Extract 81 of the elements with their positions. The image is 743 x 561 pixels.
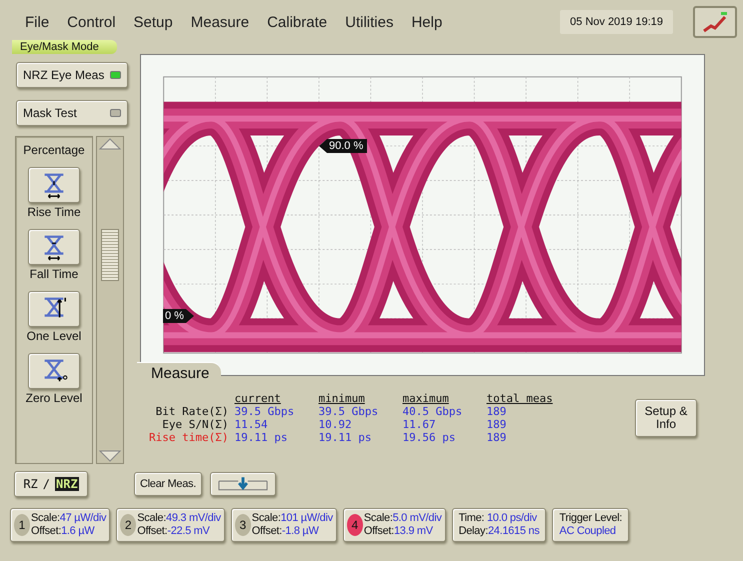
measurement-label: Zero Level [26, 390, 82, 405]
menu-item[interactable]: Setup [124, 14, 182, 30]
clear-meas-button[interactable]: Clear Meas. [134, 472, 202, 496]
time-value: 10.0 ps/div [486, 512, 537, 525]
timebase-button[interactable]: Time: 10.0 ps/div Delay:24.1615 ns [452, 508, 546, 542]
table-cell-text: 19.11 ps [234, 431, 288, 444]
scale-value: 47 µW/div [60, 512, 106, 525]
scale-value: 101 µW/div [280, 512, 333, 525]
scale-label: Scale: [31, 512, 60, 525]
channel-number: 1 [14, 514, 30, 536]
trigger-button[interactable]: Trigger Level: AC Coupled [552, 508, 630, 542]
offset-value: 1.6 µW [61, 525, 94, 538]
table-cell-text: 189 [486, 431, 508, 444]
channel-button[interactable]: 3 Scale:101 µW/div Offset:-1.8 µW [230, 508, 337, 542]
channel-button[interactable]: 4 Scale:5.0 mV/div Offset:13.9 mV [342, 508, 446, 542]
measurement-label: Fall Time [30, 266, 78, 281]
column-header: maximum [402, 392, 450, 405]
delay-value: 24.1615 ns [488, 525, 540, 538]
scroll-up-icon[interactable] [98, 136, 122, 151]
table-cell-text: 189 [486, 405, 508, 418]
menu-item[interactable]: Measure [182, 14, 258, 30]
download-button[interactable] [210, 472, 276, 496]
channel-number: 3 [234, 514, 251, 536]
scrollbar-thumb[interactable] [101, 228, 119, 281]
menu-item[interactable]: Calibrate [258, 14, 336, 30]
measurement-label: One Level [26, 328, 82, 343]
time-label: Time: [458, 512, 484, 525]
scroll-down-icon[interactable] [98, 449, 122, 463]
measurement-button[interactable] [28, 352, 80, 389]
row-label[interactable]: Eye S/N(Σ) [149, 418, 234, 431]
measurement-label: Rise Time [27, 204, 81, 219]
offset-value: -22.5 mV [167, 525, 210, 538]
measurement-button[interactable] [28, 290, 80, 327]
down-arrow-icon [217, 476, 269, 492]
measurement-label: Percentage [23, 142, 85, 157]
measurement-button[interactable] [28, 228, 80, 265]
table-cell-text: 189 [486, 418, 508, 431]
marker-label: 0 % [163, 309, 194, 323]
channel-button[interactable]: 1 Scale:47 µW/div Offset:1.6 µW [10, 508, 110, 542]
table-cell-text: 40.5 Gbps [402, 405, 464, 418]
setup-info-button[interactable]: Setup & Info [635, 399, 697, 437]
offset-label: Offset: [137, 525, 168, 538]
rz-nrz-toggle[interactable]: RZ / NRZ [14, 471, 88, 497]
scale-label: Scale: [137, 512, 166, 525]
scale-label: Scale: [252, 512, 281, 525]
offset-value: 13.9 mV [394, 525, 433, 538]
row-label[interactable]: Bit Rate(Σ) [149, 405, 234, 418]
trigger-value: AC Coupled [559, 525, 617, 538]
offset-label: Offset: [252, 525, 282, 538]
date-time: 05 Nov 2019 19:19 [560, 10, 673, 34]
table-cell-text: 19.56 ps [402, 431, 456, 444]
scale-label: Scale: [364, 512, 393, 525]
channel-number: 2 [120, 514, 136, 536]
offset-value: -1.8 µW [282, 525, 319, 538]
mode-button[interactable]: Mask Test [16, 100, 128, 126]
table-cell-text: 11.67 [402, 418, 437, 431]
scale-value: 49.3 mV/div [166, 512, 221, 525]
channel-number: 4 [346, 514, 363, 536]
marker-label: 90.0 % [319, 139, 368, 153]
table-cell-text: 39.5 Gbps [318, 405, 380, 418]
channel-button[interactable]: 2 Scale:49.3 mV/div Offset:-22.5 mV [116, 508, 225, 542]
column-header: total meas [486, 392, 554, 405]
column-header: minimum [318, 392, 366, 405]
scale-value: 5.0 mV/div [392, 512, 442, 525]
menu-item[interactable]: Help [402, 14, 452, 30]
table-cell-text: 19.11 ps [318, 431, 372, 444]
delay-label: Delay: [458, 525, 488, 538]
chart-icon[interactable] [693, 6, 737, 38]
offset-label: Offset: [31, 525, 62, 538]
mode-button[interactable]: NRZ Eye Meas [16, 62, 128, 88]
measurement-button[interactable] [28, 166, 80, 203]
column-header: current [234, 392, 282, 405]
trigger-label: Trigger Level: [559, 512, 622, 525]
menu-item[interactable]: Control [58, 14, 125, 30]
mode-label: Eye/Mask Mode [12, 40, 117, 54]
table-cell-text: 10.92 [318, 418, 353, 431]
table-cell-text: 39.5 Gbps [234, 405, 296, 418]
offset-label: Offset: [364, 525, 394, 538]
menu-item[interactable]: Utilities [336, 14, 402, 30]
menu-item[interactable]: File [16, 14, 58, 30]
table-cell-text: 11.54 [234, 418, 269, 431]
